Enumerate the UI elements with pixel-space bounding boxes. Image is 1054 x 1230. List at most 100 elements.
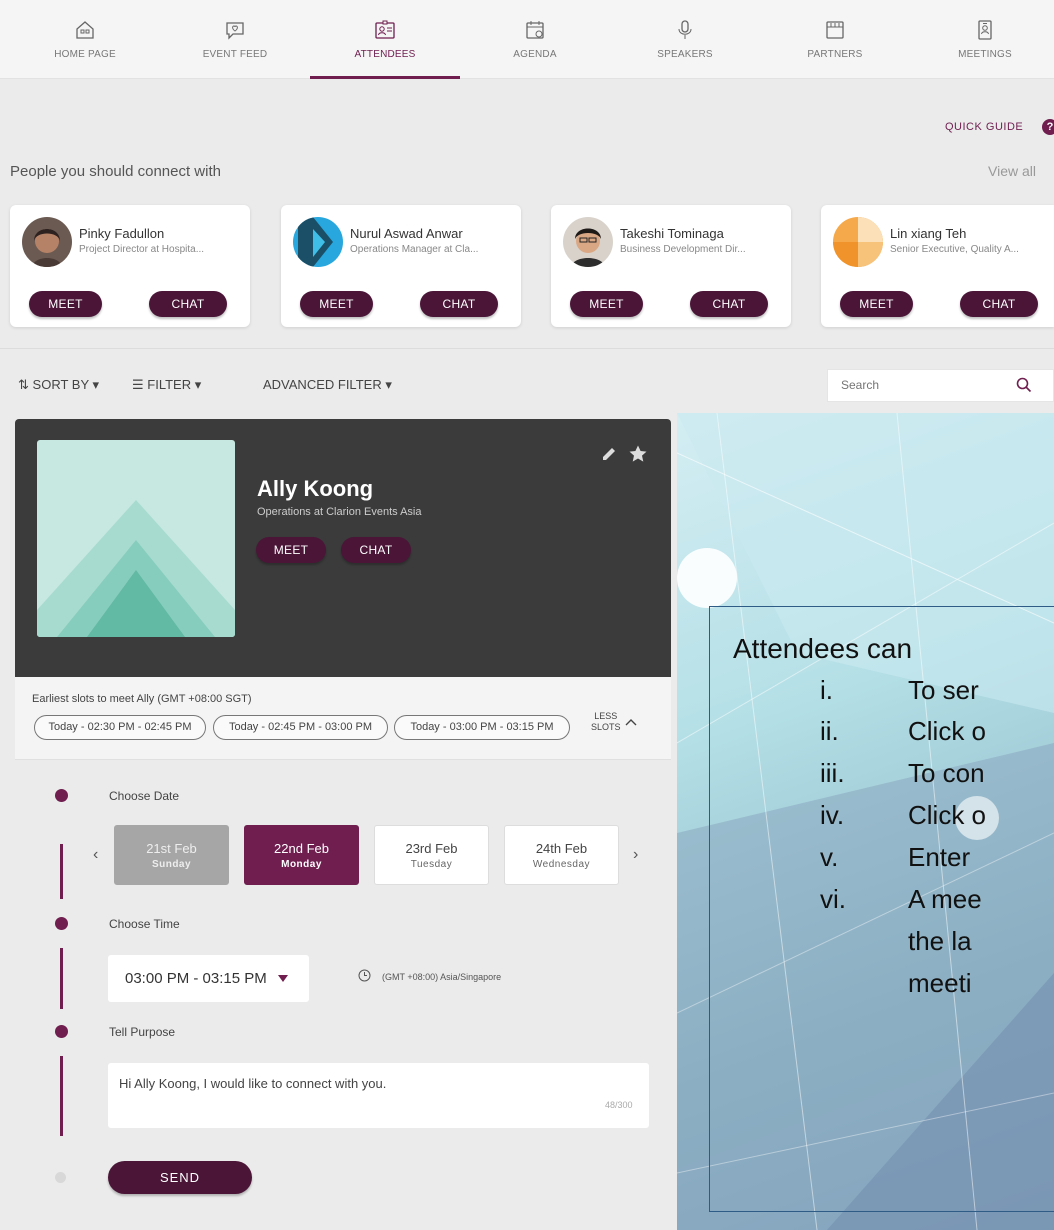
quick-guide-link[interactable]: QUICK GUIDE [945,121,1023,133]
list-text: A mee [908,884,982,914]
step-indicator [55,917,68,930]
person-title: Operations Manager at Cla... [350,244,479,255]
home-icon [76,21,94,39]
step-label: Choose Time [109,917,180,931]
meeting-request-form: Choose Date ‹ 21st Feb Sunday 22nd Feb M… [15,760,671,1230]
search-icon[interactable] [1015,376,1033,394]
caret-down-icon: ▾ [385,377,392,392]
nav-attendees[interactable]: ATTENDEES [310,0,460,79]
help-icon[interactable]: ? [1042,119,1054,135]
nav-speakers[interactable]: SPEAKERS [610,0,760,79]
star-icon[interactable] [628,444,648,464]
time-value: 03:00 PM - 03:15 PM [125,970,267,987]
list-number: v. [820,842,839,872]
purpose-text: Hi Ally Koong, I would like to connect w… [119,1076,387,1091]
nav-agenda[interactable]: AGENDA [460,0,610,79]
id-card-icon [375,20,395,39]
list-number: iv. [820,800,845,830]
chevron-up-icon[interactable] [624,716,638,728]
divider [0,348,1054,349]
date-option[interactable]: 23rd Feb Tuesday [374,825,489,885]
date-option[interactable]: 24th Feb Wednesday [504,825,619,885]
filter-button[interactable]: ☰ FILTER ▾ [132,377,201,393]
timezone-label: (GMT +08:00) Asia/Singapore [382,972,502,982]
slot-option[interactable]: Today - 03:00 PM - 03:15 PM [394,715,570,740]
date-option[interactable]: 22nd Feb Monday [244,825,359,885]
list-text: Enter [908,842,971,872]
list-number: iii. [820,758,845,788]
meet-button[interactable]: MEET [256,537,326,563]
chevron-left-icon[interactable]: ‹ [93,846,98,864]
chevron-right-icon[interactable]: › [633,846,638,864]
nav-event-feed[interactable]: EVENT FEED [160,0,310,79]
send-button[interactable]: SEND [108,1161,252,1194]
purpose-textarea[interactable]: Hi Ally Koong, I would like to connect w… [108,1063,649,1128]
day-label: Sunday [151,859,192,870]
slot-option[interactable]: Today - 02:45 PM - 03:00 PM [213,715,388,740]
advanced-filter-button[interactable]: ADVANCED FILTER ▾ [263,377,392,393]
profile-image [37,440,235,637]
person-name[interactable]: Takeshi Tominaga [620,226,724,241]
slide-overlay: Attendees can i. To ser ii. Click o iii.… [677,413,1054,1230]
less-slots-label: LESS [594,711,618,721]
avatar[interactable] [293,217,343,267]
day-label: Tuesday [410,859,453,870]
edit-icon[interactable] [600,445,618,463]
step-indicator [55,1025,68,1038]
search-box [827,369,1054,402]
booth-icon [826,21,844,39]
nav-home[interactable]: HOME PAGE [10,0,160,79]
less-slots-toggle[interactable]: LESS SLOTS [591,711,621,733]
caret-down-icon: ▾ [92,377,100,392]
list-number: vi. [820,884,846,914]
filter-label: FILTER [147,377,192,392]
search-input[interactable] [841,378,1011,392]
avatar[interactable] [833,217,883,267]
list-text: meeti [908,968,972,998]
meet-button[interactable]: MEET [840,291,913,317]
nav-partners[interactable]: PARTNERS [760,0,910,79]
chat-button[interactable]: CHAT [690,291,768,317]
person-name[interactable]: Nurul Aswad Anwar [350,226,463,241]
slot-option[interactable]: Today - 02:30 PM - 02:45 PM [34,715,206,740]
list-text: the la [908,926,972,956]
date-label: 21st Feb [146,841,197,856]
nav-label: MEETINGS [958,49,1012,60]
section-title: People you should connect with [10,163,221,180]
chat-button[interactable]: CHAT [341,537,411,563]
nav-meetings[interactable]: MEETINGS [910,0,1054,79]
date-label: 24th Feb [535,841,588,856]
profile-name: Ally Koong [257,476,374,501]
meet-button[interactable]: MEET [570,291,643,317]
chat-button[interactable]: CHAT [420,291,498,317]
top-navigation: HOME PAGE EVENT FEED ATTENDEES AGENDA SP… [0,0,1054,79]
meet-button[interactable]: MEET [300,291,373,317]
sort-by-button[interactable]: ⇅ SORT BY ▾ [18,377,99,393]
nav-label: AGENDA [513,49,557,60]
chat-button[interactable]: CHAT [149,291,227,317]
list-number: ii. [820,716,839,746]
step-label: Tell Purpose [109,1025,176,1039]
person-title: Business Development Dir... [620,244,746,255]
list-text: To ser [908,675,979,705]
slide-heading: Attendees can [733,633,913,664]
date-option[interactable]: 21st Feb Sunday [114,825,229,885]
sort-label: SORT BY [32,377,89,392]
step-line [60,844,63,899]
day-label: Wednesday [532,859,591,870]
chat-bubble-icon [226,22,244,40]
list-text: To con [908,758,985,788]
person-name[interactable]: Pinky Fadullon [79,226,164,241]
step-line [60,948,63,1009]
slots-label: Earliest slots to meet Ally (GMT +08:00 … [32,693,252,705]
microphone-icon [678,20,692,39]
meet-button[interactable]: MEET [29,291,102,317]
suggestion-card: Pinky Fadullon Project Director at Hospi… [10,205,250,327]
avatar[interactable] [563,217,613,267]
view-all-link[interactable]: View all [988,163,1036,179]
chat-button[interactable]: CHAT [960,291,1038,317]
avatar[interactable] [22,217,72,267]
time-select[interactable]: 03:00 PM - 03:15 PM [108,955,309,1002]
person-name[interactable]: Lin xiang Teh [890,226,966,241]
list-text: Click o [908,800,987,830]
